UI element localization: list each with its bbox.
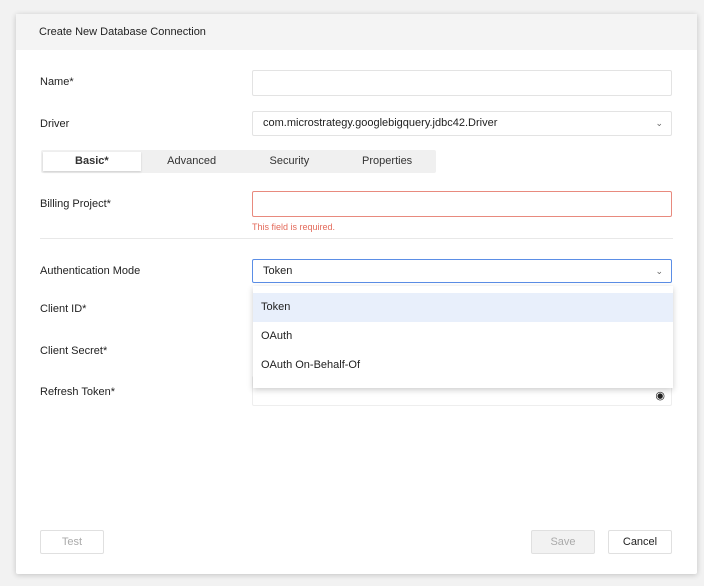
- driver-select[interactable]: com.microstrategy.googlebigquery.jdbc42.…: [252, 111, 672, 136]
- tab-properties[interactable]: Properties: [338, 150, 436, 173]
- auth-option-oauth-obo[interactable]: OAuth On-Behalf-Of: [253, 351, 673, 380]
- billing-project-label: Billing Project*: [40, 198, 111, 210]
- auth-mode-select[interactable]: Token ⌄: [252, 259, 672, 283]
- dialog-title: Create New Database Connection: [16, 14, 697, 50]
- chevron-down-icon: ⌄: [655, 118, 663, 128]
- tab-security[interactable]: Security: [241, 150, 339, 173]
- auth-option-oauth[interactable]: OAuth: [253, 322, 673, 351]
- chevron-down-icon: ⌄: [655, 266, 663, 276]
- create-connection-dialog: Create New Database Connection Name* Dri…: [16, 14, 697, 574]
- billing-project-input[interactable]: [252, 191, 672, 217]
- name-label: Name*: [40, 76, 74, 88]
- name-input[interactable]: [252, 70, 672, 96]
- cancel-button[interactable]: Cancel: [608, 530, 672, 554]
- divider: [40, 238, 673, 239]
- driver-label: Driver: [40, 118, 70, 130]
- tab-basic[interactable]: Basic*: [43, 152, 141, 171]
- auth-mode-label: Authentication Mode: [40, 265, 141, 277]
- eye-icon[interactable]: ◉: [655, 385, 665, 407]
- tab-advanced[interactable]: Advanced: [143, 150, 241, 173]
- save-button[interactable]: Save: [531, 530, 595, 554]
- auth-mode-value: Token: [263, 265, 293, 277]
- driver-value: com.microstrategy.googlebigquery.jdbc42.…: [263, 117, 498, 129]
- test-button[interactable]: Test: [40, 530, 104, 554]
- client-id-label: Client ID*: [40, 303, 87, 315]
- auth-mode-dropdown: Token OAuth OAuth On-Behalf-Of: [253, 286, 673, 388]
- billing-project-error: This field is required.: [252, 222, 336, 232]
- refresh-token-label: Refresh Token*: [40, 386, 116, 398]
- auth-option-token[interactable]: Token: [253, 293, 673, 322]
- tab-bar: Basic* Advanced Security Properties: [41, 150, 436, 173]
- client-secret-label: Client Secret*: [40, 345, 108, 357]
